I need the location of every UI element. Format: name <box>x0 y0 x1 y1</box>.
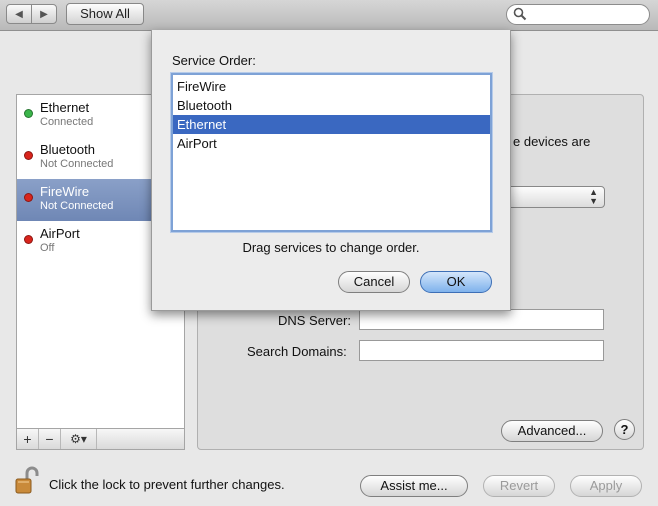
service-name: Bluetooth <box>40 142 95 157</box>
service-name: FireWire <box>40 184 90 199</box>
order-item-airport[interactable]: AirPort <box>173 134 490 153</box>
service-order-list[interactable]: FireWire Bluetooth Ethernet AirPort <box>171 73 492 232</box>
service-name: Ethernet <box>40 100 90 115</box>
lock-message: Click the lock to prevent further change… <box>49 477 285 492</box>
back-button[interactable]: ◀ <box>6 4 32 24</box>
add-service-button[interactable]: + <box>17 429 39 449</box>
revert-button[interactable]: Revert <box>483 475 555 497</box>
status-dot-icon <box>24 151 33 160</box>
configure-select[interactable]: ▲ ▼ <box>505 186 605 208</box>
search-domains-field[interactable] <box>359 340 604 361</box>
status-dot-icon <box>24 235 33 244</box>
search-icon <box>513 7 527 21</box>
status-dot-icon <box>24 193 33 202</box>
service-status: Off <box>40 242 55 254</box>
lock-icon[interactable] <box>14 465 40 495</box>
service-status: Connected <box>40 116 94 128</box>
forward-button[interactable]: ▶ <box>31 4 57 24</box>
updown-arrows-icon: ▲ ▼ <box>589 187 598 206</box>
toolbar: ◀ ▶ Show All <box>0 0 658 31</box>
apply-button[interactable]: Apply <box>570 475 642 497</box>
dns-server-label: DNS Server: <box>278 313 351 328</box>
order-item-ethernet[interactable]: Ethernet <box>173 115 490 134</box>
service-status: Not Connected <box>40 158 114 170</box>
remove-service-button[interactable]: − <box>39 429 61 449</box>
order-item-firewire[interactable]: FireWire <box>173 77 490 96</box>
assist-me-button[interactable]: Assist me... <box>360 475 468 497</box>
service-name: AirPort <box>40 226 80 241</box>
show-all-button[interactable]: Show All <box>66 3 144 25</box>
ok-button[interactable]: OK <box>420 271 492 293</box>
panel-partial-text: e devices are <box>513 134 591 149</box>
status-dot-icon <box>24 109 33 118</box>
sheet-title: Service Order: <box>172 53 256 68</box>
search-domains-label: Search Domains: <box>247 344 347 359</box>
dns-server-field[interactable] <box>359 309 604 330</box>
gear-icon[interactable]: ⚙▾ <box>61 429 97 449</box>
sidebar-controls: + − ⚙▾ <box>16 429 185 450</box>
service-status: Not Connected <box>40 200 114 212</box>
advanced-button[interactable]: Advanced... <box>501 420 603 442</box>
search-input[interactable] <box>506 4 650 25</box>
service-order-sheet: Service Order: FireWire Bluetooth Ethern… <box>151 30 511 311</box>
order-item-bluetooth[interactable]: Bluetooth <box>173 96 490 115</box>
help-button[interactable]: ? <box>614 419 635 440</box>
drag-hint: Drag services to change order. <box>242 240 420 255</box>
cancel-button[interactable]: Cancel <box>338 271 410 293</box>
